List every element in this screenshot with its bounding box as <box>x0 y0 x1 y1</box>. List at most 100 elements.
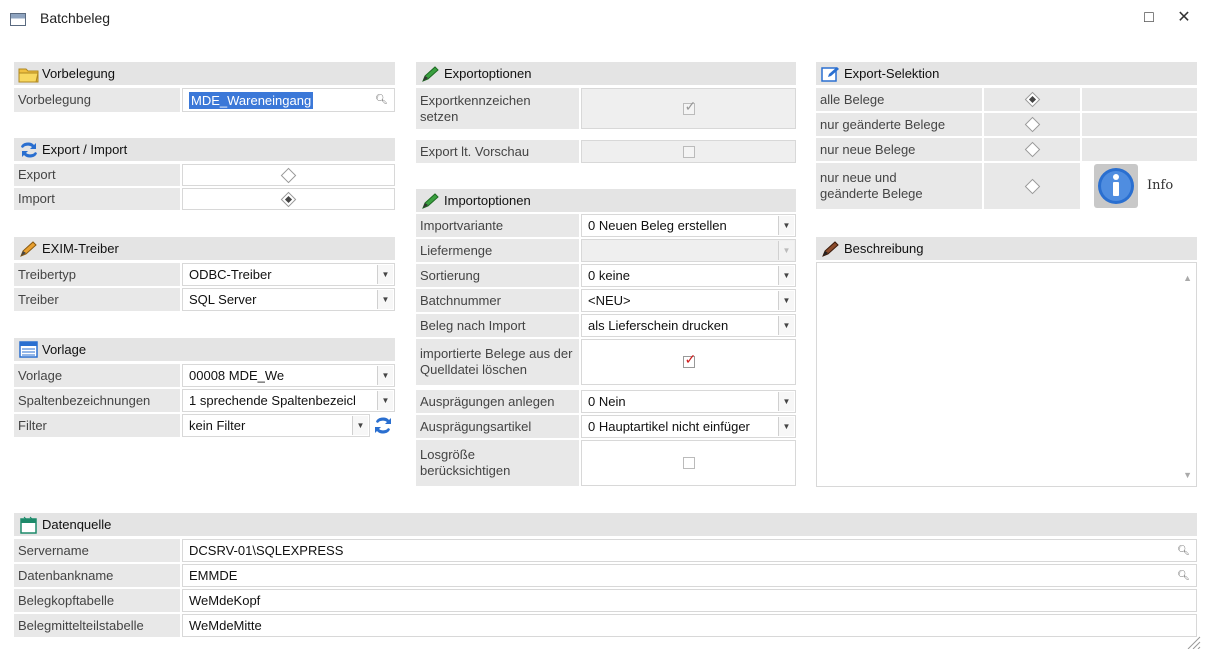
vorschau-label: Export lt. Vorschau <box>416 140 579 163</box>
label-text: Spaltenbezeichnungen <box>18 392 151 408</box>
close-button[interactable]: ✕ <box>1172 6 1196 30</box>
auspraegungsartikel-select[interactable]: 0 Hauptartikel nicht einfüger ▼ <box>581 415 796 438</box>
export-selektion-header: Export-Selektion <box>816 62 1197 85</box>
importvariante-select[interactable]: 0 Neuen Beleg erstellen ▼ <box>581 214 796 237</box>
checkmark-icon: ✓ <box>684 97 697 114</box>
chevron-down-icon[interactable]: ▼ <box>352 416 368 435</box>
servername-field[interactable]: DCSRV-01\SQLEXPRESS 🔍︎ <box>182 539 1197 562</box>
resize-grip-icon[interactable] <box>1185 635 1201 650</box>
selektion-radio-3[interactable] <box>1024 178 1040 194</box>
label-text: Vorlage <box>18 367 63 383</box>
export-radio[interactable] <box>280 167 297 183</box>
losgroesse-checkbox-cell[interactable] <box>581 440 796 486</box>
treibertyp-select[interactable]: ODBC-Treiber ▼ <box>182 263 395 286</box>
liefermenge-select[interactable]: ▼ <box>581 239 796 262</box>
spalten-select[interactable]: 1 sprechende Spaltenbezeicl ▼ <box>182 389 395 412</box>
selektion-radio-cell-2[interactable] <box>984 138 1080 161</box>
filter-select[interactable]: kein Filter ▼ <box>182 414 370 437</box>
maximize-button[interactable]: □ <box>1137 6 1161 30</box>
section-title: Vorlage <box>42 342 87 357</box>
filter-label: Filter <box>14 414 180 437</box>
beleg-nach-import-select[interactable]: als Lieferschein drucken ▼ <box>581 314 796 337</box>
select-value: <NEU> <box>588 293 631 308</box>
selektion-radio-1[interactable] <box>1024 116 1040 133</box>
spalten-label: Spaltenbezeichnungen <box>14 389 180 412</box>
label-text: Servername <box>18 542 89 558</box>
selektion-radio-0[interactable] <box>1024 91 1040 108</box>
label-text: Importvariante <box>420 217 504 233</box>
losgroesse-checkbox[interactable] <box>682 457 695 469</box>
servername-label: Servername <box>14 539 180 562</box>
sortierung-select[interactable]: 0 keine ▼ <box>581 264 796 287</box>
magnifier-icon[interactable]: 🔍︎ <box>1177 545 1190 556</box>
belegkopftabelle-field[interactable]: WeMdeKopf <box>182 589 1197 612</box>
importvariante-label: Importvariante <box>416 214 579 237</box>
chevron-down-icon[interactable]: ▼ <box>778 316 794 335</box>
exchange-icon <box>18 141 40 159</box>
refresh-icon[interactable] <box>372 414 394 437</box>
chevron-down-icon[interactable]: ▼ <box>778 417 794 436</box>
scroll-down-icon[interactable]: ▼ <box>1183 470 1192 480</box>
import-radio-cell[interactable] <box>182 188 395 210</box>
label-text: Batchnummer <box>420 292 501 308</box>
datenbankname-field[interactable]: EMMDE 🔍︎ <box>182 564 1197 587</box>
pencil-icon <box>420 192 442 210</box>
chevron-down-icon[interactable]: ▼ <box>778 392 794 411</box>
import-radio[interactable] <box>280 191 297 207</box>
vorschau-checkbox-cell[interactable] <box>581 140 796 163</box>
selektion-radio-cell-3[interactable] <box>984 163 1080 209</box>
chevron-down-icon[interactable]: ▼ <box>778 291 794 310</box>
app-icon <box>10 13 26 26</box>
beleg-nach-import-label: Beleg nach Import <box>416 314 579 337</box>
exportoptionen-header: Exportoptionen <box>416 62 796 85</box>
title-bar: Batchbeleg □ ✕ <box>0 0 1205 40</box>
magnifier-icon[interactable]: 🔍︎ <box>1177 570 1190 581</box>
importoptionen-header: Importoptionen <box>416 189 796 212</box>
losgroesse-label: Losgröße berücksichtigen <box>416 440 579 486</box>
selektion-label-2: nur neue Belege <box>816 138 982 161</box>
belegmittelteilstabelle-field[interactable]: WeMdeMitte <box>182 614 1197 637</box>
chevron-down-icon[interactable]: ▼ <box>377 290 393 309</box>
treiber-select[interactable]: SQL Server ▼ <box>182 288 395 311</box>
section-title: Vorbelegung <box>42 66 116 81</box>
label-text: Liefermenge <box>420 242 493 258</box>
selektion-label-3: nur neue und geänderte Belege <box>816 163 982 209</box>
export-import-header: Export / Import <box>14 138 395 161</box>
edit-document-icon <box>820 65 842 83</box>
table-icon <box>18 340 40 359</box>
vorbelegung-header: Vorbelegung <box>14 62 395 85</box>
selektion-radio-2[interactable] <box>1024 141 1040 158</box>
loeschen-label: importierte Belege aus der Quelldatei lö… <box>416 339 579 385</box>
beschreibung-textarea[interactable]: ▲ ▼ <box>816 262 1197 487</box>
scroll-up-icon[interactable]: ▲ <box>1183 273 1192 283</box>
select-value: 0 keine <box>588 268 630 283</box>
exportkennzeichen-checkbox-cell[interactable]: ✓ <box>581 88 796 129</box>
vorbelegung-field[interactable]: MDE_Wareneingang 🔍︎ <box>182 88 395 112</box>
loeschen-checkbox[interactable]: ✓ <box>682 352 696 368</box>
chevron-down-icon[interactable]: ▼ <box>778 266 794 285</box>
selektion-radio-cell-0[interactable] <box>984 88 1080 111</box>
batchnummer-select[interactable]: <NEU> ▼ <box>581 289 796 312</box>
chevron-down-icon[interactable]: ▼ <box>778 241 794 260</box>
loeschen-checkbox-cell[interactable]: ✓ <box>581 339 796 385</box>
chevron-down-icon[interactable]: ▼ <box>377 366 393 385</box>
chevron-down-icon[interactable]: ▼ <box>377 391 393 410</box>
info-label[interactable]: Info <box>1147 178 1173 193</box>
info-button[interactable] <box>1094 164 1138 208</box>
vorschau-checkbox[interactable] <box>682 145 695 158</box>
selektion-radio-cell-1[interactable] <box>984 113 1080 136</box>
label-text: Sortierung <box>420 267 480 283</box>
vorbelegung-value: MDE_Wareneingang <box>189 91 314 109</box>
treiber-label: Treiber <box>14 288 180 311</box>
chevron-down-icon[interactable]: ▼ <box>778 216 794 235</box>
magnifier-icon[interactable]: 🔍︎ <box>375 95 388 106</box>
treibertyp-label: Treibertyp <box>14 263 180 286</box>
section-title: Exportoptionen <box>444 66 532 81</box>
vorlage-select[interactable]: 00008 MDE_We ▼ <box>182 364 395 387</box>
export-radio-cell[interactable] <box>182 164 395 186</box>
field-value: EMMDE <box>189 568 238 583</box>
chevron-down-icon[interactable]: ▼ <box>377 265 393 284</box>
exportkennzeichen-checkbox[interactable]: ✓ <box>682 99 696 115</box>
select-value: ODBC-Treiber <box>189 267 272 282</box>
auspraegungen-select[interactable]: 0 Nein ▼ <box>581 390 796 413</box>
